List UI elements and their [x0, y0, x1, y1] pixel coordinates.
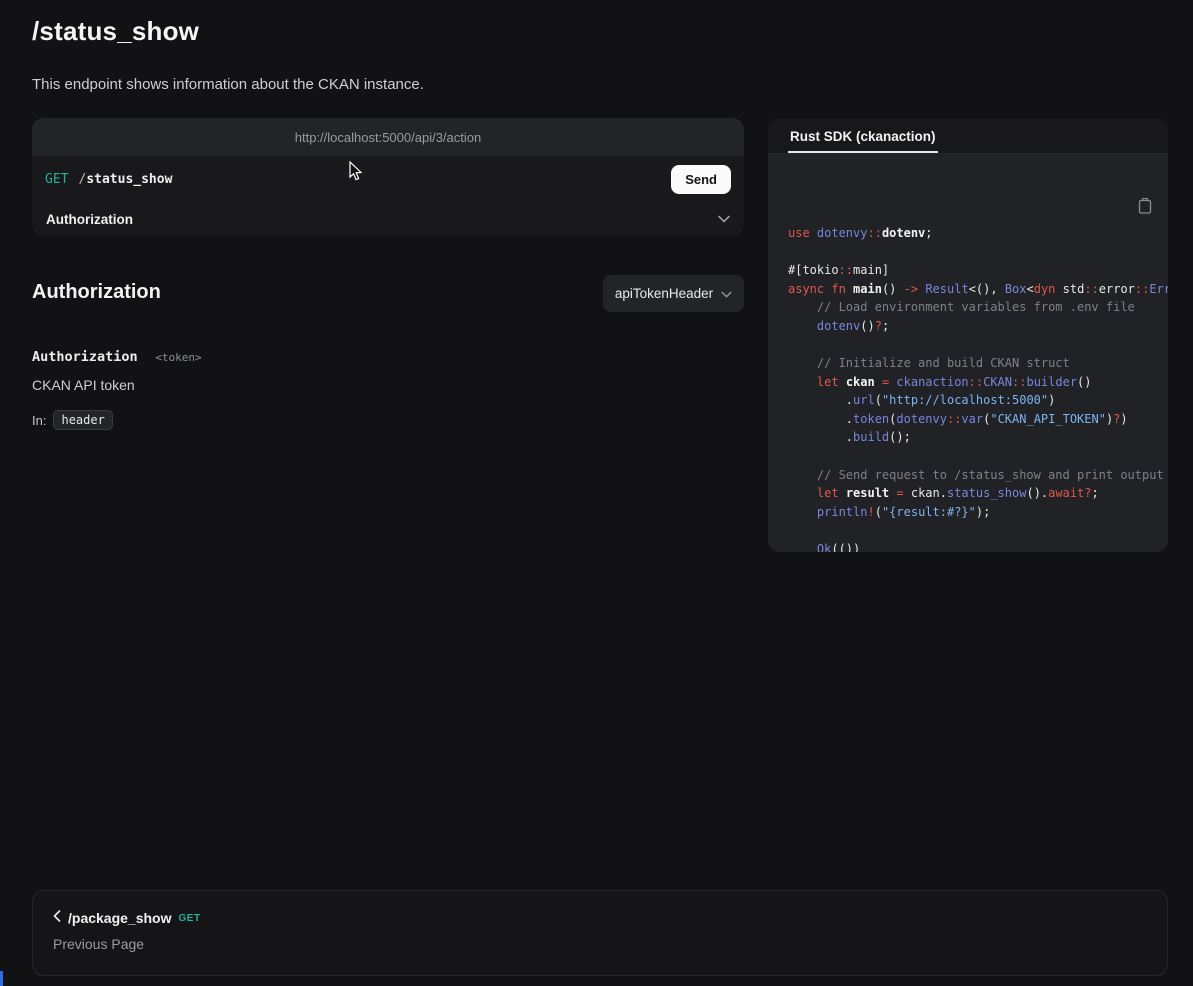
auth-collapse-label: Authorization: [46, 212, 133, 227]
code-block: use dotenvy::dotenv; #[tokio::main]async…: [768, 154, 1168, 552]
previous-page-method: GET: [179, 913, 201, 924]
auth-collapse-row[interactable]: Authorization: [32, 202, 744, 236]
auth-scheme-value: apiTokenHeader: [615, 286, 713, 301]
page-title: /status_show: [32, 16, 199, 47]
in-label: In:: [32, 413, 46, 428]
tab-rust-sdk[interactable]: Rust SDK (ckanaction): [788, 120, 938, 153]
auth-param-type: <token>: [155, 351, 201, 364]
code-line: [788, 447, 1168, 466]
base-url-text: http://localhost:5000/api/3/action: [295, 130, 481, 145]
chevron-down-icon: [718, 215, 730, 223]
code-line: println!("{result:#?}");: [788, 503, 1168, 522]
auth-scheme-select[interactable]: apiTokenHeader: [603, 275, 744, 312]
previous-page-label: Previous Page: [53, 936, 1147, 952]
auth-param-description: CKAN API token: [32, 377, 135, 393]
auth-param-row: Authorization <token>: [32, 346, 202, 365]
code-line: Ok(()): [788, 540, 1168, 552]
send-button[interactable]: Send: [671, 165, 731, 194]
code-line: // Initialize and build CKAN struct: [788, 354, 1168, 373]
chevron-down-icon: [721, 286, 732, 301]
code-line: .token(dotenvy::var("CKAN_API_TOKEN")?): [788, 410, 1168, 429]
edge-accent-bar: [0, 971, 3, 986]
code-line: .build();: [788, 428, 1168, 447]
code-line: let ckan = ckanaction::CKAN::builder(): [788, 373, 1168, 392]
auth-param-name: Authorization: [32, 349, 138, 365]
path-text: status_show: [86, 172, 172, 187]
code-line: async fn main() -> Result<(), Box<dyn st…: [788, 280, 1168, 299]
clipboard-icon: [1108, 202, 1152, 232]
code-line: .url("http://localhost:5000"): [788, 391, 1168, 410]
code-tabs: Rust SDK (ckanaction): [768, 118, 1168, 154]
code-line: #[tokio::main]: [788, 261, 1168, 280]
previous-page-card[interactable]: /package_show GET Previous Page: [32, 890, 1168, 976]
code-line: // Load environment variables from .env …: [788, 298, 1168, 317]
code-line: // Send request to /status_show and prin…: [788, 466, 1168, 485]
code-example-card: Rust SDK (ckanaction) use dotenvy::doten…: [768, 118, 1168, 552]
previous-page-path: /package_show: [68, 910, 172, 926]
previous-page-link: /package_show GET: [53, 909, 1147, 927]
http-method-label: GET: [45, 172, 68, 187]
request-path: /status_show: [78, 172, 172, 187]
request-row: GET /status_show Send: [32, 156, 744, 202]
in-value-badge: header: [53, 410, 112, 430]
code-line: dotenv()?;: [788, 317, 1168, 336]
code-line: [788, 335, 1168, 354]
code-line: [788, 521, 1168, 540]
request-tester-card: http://localhost:5000/api/3/action GET /…: [32, 118, 744, 236]
copy-button[interactable]: [1106, 166, 1154, 249]
endpoint-description: This endpoint shows information about th…: [32, 76, 424, 93]
auth-param-in-row: In: header: [32, 410, 113, 430]
base-url-bar[interactable]: http://localhost:5000/api/3/action: [32, 118, 744, 156]
chevron-left-icon: [53, 909, 61, 927]
authorization-heading: Authorization: [32, 281, 161, 304]
code-line: let result = ckan.status_show().await?;: [788, 484, 1168, 503]
